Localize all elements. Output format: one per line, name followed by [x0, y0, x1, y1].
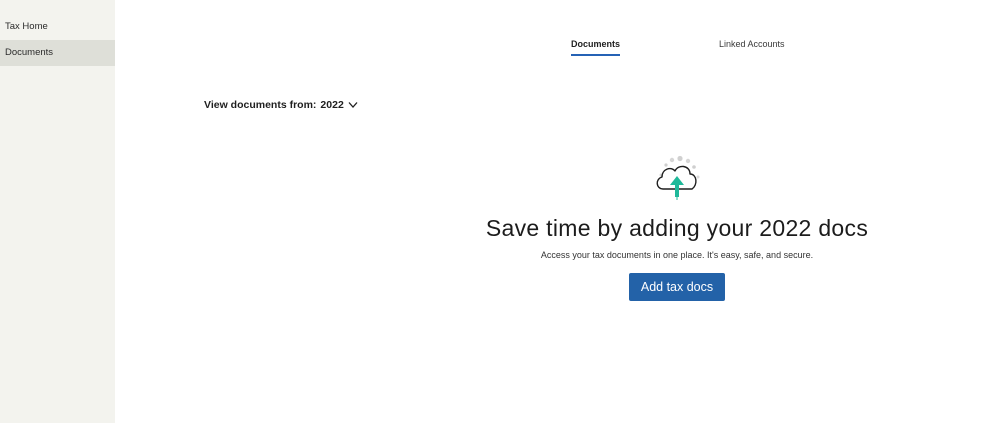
empty-state: Save time by adding your 2022 docs Acces… [465, 155, 889, 301]
add-tax-docs-button[interactable]: Add tax docs [629, 273, 725, 301]
chevron-down-icon [348, 102, 358, 108]
tab-bar: Documents Linked Accounts [0, 36, 998, 58]
empty-state-headline: Save time by adding your 2022 docs [485, 215, 869, 241]
tab-linked-accounts[interactable]: Linked Accounts [719, 36, 785, 56]
tab-documents[interactable]: Documents [571, 36, 621, 56]
sidebar: Tax Home Documents [0, 0, 115, 423]
year-filter-value: 2022 [320, 99, 344, 111]
year-filter-dropdown[interactable]: View documents from: 2022 [204, 99, 358, 111]
year-filter-label: View documents from: [204, 99, 317, 111]
empty-state-subtext: Access your tax documents in one place. … [540, 250, 814, 260]
cloud-upload-icon [656, 155, 700, 200]
